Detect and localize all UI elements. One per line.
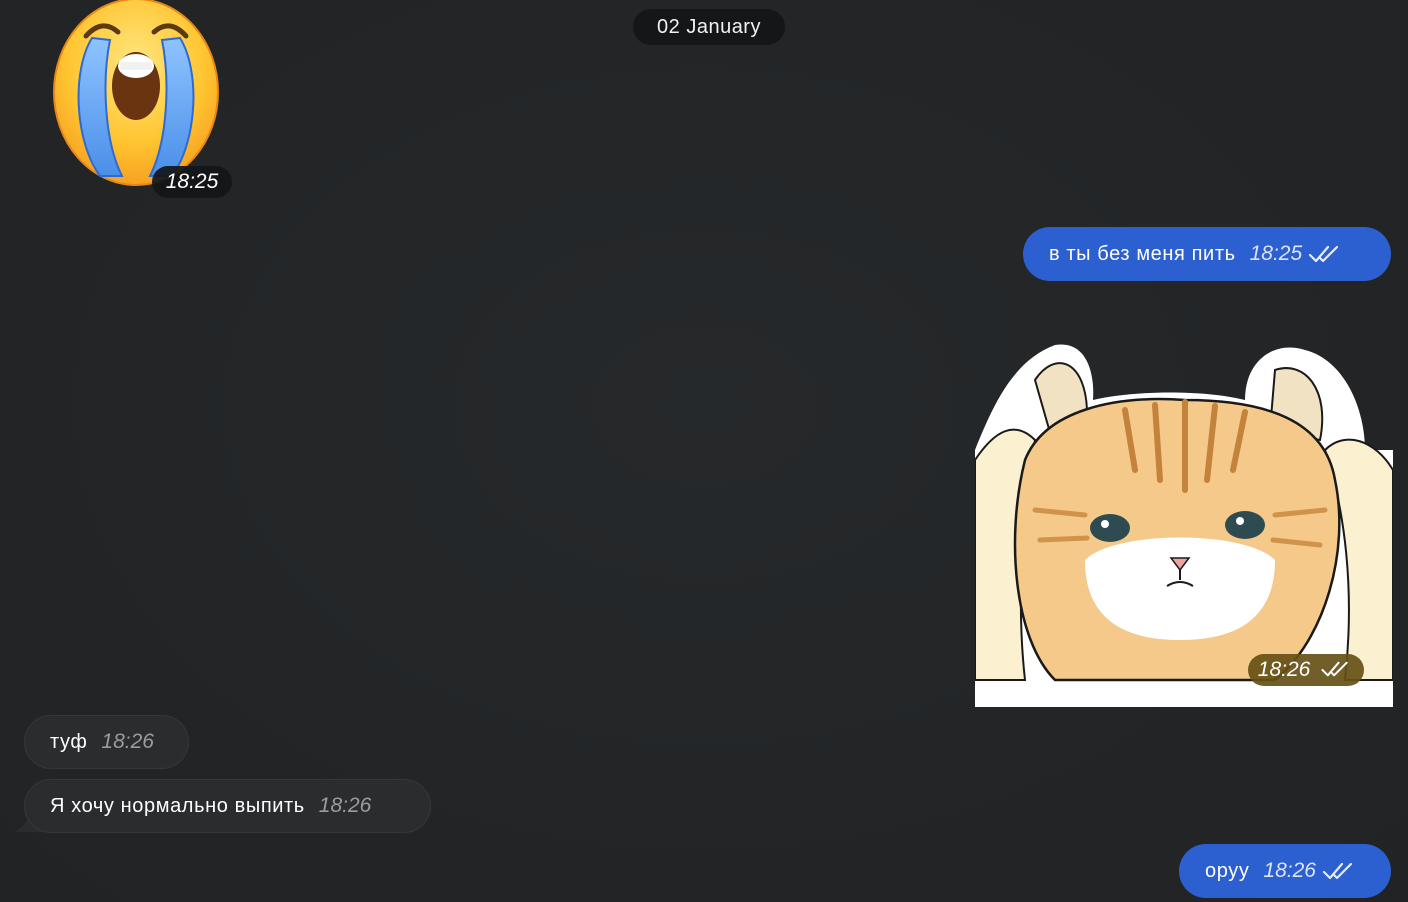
message-time: 18:26 [1263,859,1316,882]
cat-covering-ears-sticker [975,344,1393,707]
incoming-message-bubble[interactable]: Я хочу нормально выпить 18:26 [24,779,431,833]
message-time: 18:26 [1257,658,1311,681]
message-time: 18:26 [318,794,372,817]
date-separator: 02 January [633,9,785,45]
message-time-pill: 18:26 [1248,654,1364,686]
outgoing-message-bubble[interactable]: оруу 18:26 [1179,844,1391,898]
message-text: в ты без меня пить [1049,242,1236,265]
read-double-check-icon [1322,862,1353,880]
crying-face-emoji-sticker [53,0,219,186]
read-double-check-icon [1321,661,1348,677]
message-text: туф [50,730,88,753]
message-time: 18:26 [101,730,154,753]
incoming-message-bubble[interactable]: туф 18:26 [24,715,189,769]
message-time: 18:25 [1249,242,1303,265]
outgoing-message-bubble[interactable]: в ты без меня пить 18:25 [1023,227,1391,281]
message-text: оруу [1205,859,1250,882]
read-double-check-icon [1309,245,1339,263]
chat-history[interactable]: 02 January 18:25 в ты без меня пить 18:2… [0,0,1408,902]
message-time: 18:25 [152,166,232,198]
message-text: Я хочу нормально выпить [50,794,305,817]
